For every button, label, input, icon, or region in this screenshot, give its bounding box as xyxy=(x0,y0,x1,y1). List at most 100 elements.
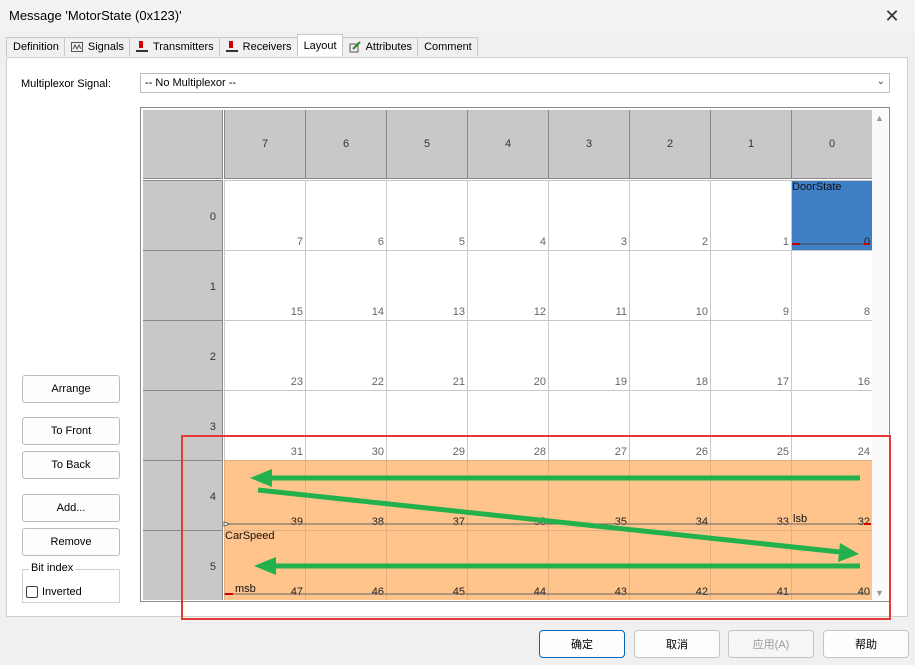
bit-cell[interactable]: 15 xyxy=(224,250,305,320)
bit-cell[interactable]: 3 xyxy=(548,180,629,250)
bit-number: 45 xyxy=(452,586,465,598)
signal-label-doorstate[interactable]: DoorState xyxy=(792,181,842,193)
row-header: 0 xyxy=(143,180,223,250)
bit-cell[interactable]: 6 xyxy=(305,180,386,250)
row-header-label: 5 xyxy=(209,561,216,573)
attributes-icon xyxy=(349,41,361,53)
bit-number: 41 xyxy=(776,586,789,598)
bit-cell[interactable]: 1 xyxy=(710,180,791,250)
row-header: 3 xyxy=(143,390,223,460)
bit-number: 5 xyxy=(458,236,465,248)
bit-cell[interactable]: 12 xyxy=(467,250,548,320)
window-title: Message 'MotorState (0x123)' xyxy=(9,8,182,23)
tab-definition[interactable]: Definition xyxy=(6,37,65,56)
ok-button[interactable]: 确定 xyxy=(539,630,625,658)
bit-number: 22 xyxy=(371,376,384,388)
bit-number: 39 xyxy=(290,516,303,528)
bit-number: 16 xyxy=(857,376,870,388)
bit-cell[interactable]: 35 xyxy=(548,460,629,530)
bit-cell[interactable]: 44 xyxy=(467,530,548,600)
tab-strip: Definition Signals Transmitters Receiver… xyxy=(6,34,478,57)
bit-cell[interactable]: 25 xyxy=(710,390,791,460)
bit-number: 18 xyxy=(695,376,708,388)
close-icon[interactable]: ✕ xyxy=(869,0,915,32)
bit-cell[interactable]: 23 xyxy=(224,320,305,390)
tab-signals[interactable]: Signals xyxy=(63,37,130,56)
bit-number: 13 xyxy=(452,306,465,318)
bit-cell[interactable]: 33 xyxy=(710,460,791,530)
bit-cell[interactable]: 20 xyxy=(467,320,548,390)
bit-cell[interactable]: 5 xyxy=(386,180,467,250)
inverted-label[interactable]: Inverted xyxy=(42,586,82,598)
bit-cell[interactable]: 37 xyxy=(386,460,467,530)
bit-cell[interactable]: 43 xyxy=(548,530,629,600)
bit-cell[interactable]: 10 xyxy=(629,250,710,320)
bit-cell[interactable]: 22 xyxy=(305,320,386,390)
bit-cell[interactable]: 41 xyxy=(710,530,791,600)
bit-cell[interactable]: 27 xyxy=(548,390,629,460)
bit-cell[interactable]: 39 xyxy=(224,460,305,530)
bit-cell[interactable]: 21 xyxy=(386,320,467,390)
bit-number: 28 xyxy=(533,446,546,458)
inverted-checkbox[interactable] xyxy=(26,586,38,598)
row-header-label: 4 xyxy=(209,491,216,503)
bit-cell[interactable]: 31 xyxy=(224,390,305,460)
bit-cell[interactable]: 18 xyxy=(629,320,710,390)
column-header: 2 xyxy=(629,110,710,179)
bit-cell[interactable]: 42 xyxy=(629,530,710,600)
add-button[interactable]: Add... xyxy=(22,494,120,522)
bit-cell[interactable]: 13 xyxy=(386,250,467,320)
bit-cell[interactable]: 19 xyxy=(548,320,629,390)
bit-cell[interactable]: 36 xyxy=(467,460,548,530)
tab-layout[interactable]: Layout xyxy=(296,34,343,56)
help-button[interactable]: 帮助 xyxy=(823,630,909,658)
row-header: 2 xyxy=(143,320,223,390)
bit-cell[interactable]: 17 xyxy=(710,320,791,390)
bit-cell[interactable]: 26 xyxy=(629,390,710,460)
bit-cell[interactable]: 16 xyxy=(791,320,872,390)
title-bar: Message 'MotorState (0x123)' ✕ xyxy=(0,0,915,32)
bit-number: 23 xyxy=(290,376,303,388)
bit-cell[interactable]: 38 xyxy=(305,460,386,530)
bit-cell[interactable]: 4 xyxy=(467,180,548,250)
scroll-up-icon[interactable]: ▲ xyxy=(875,113,884,123)
bit-cell[interactable]: 45 xyxy=(386,530,467,600)
remove-button[interactable]: Remove xyxy=(22,528,120,556)
receiver-icon xyxy=(225,41,238,52)
bit-cell[interactable]: 34 xyxy=(629,460,710,530)
bit-cell[interactable]: 30 xyxy=(305,390,386,460)
bit-cell[interactable]: 8 xyxy=(791,250,872,320)
to-back-button[interactable]: To Back xyxy=(22,451,120,479)
tab-transmitters[interactable]: Transmitters xyxy=(128,37,220,56)
bit-cell[interactable]: 40 xyxy=(791,530,872,600)
apply-button[interactable]: 应用(A) xyxy=(728,630,814,658)
signal-label-carspeed[interactable]: CarSpeed xyxy=(225,530,275,542)
bit-number: 32 xyxy=(857,516,870,528)
bit-number: 20 xyxy=(533,376,546,388)
bit-cell[interactable]: 28 xyxy=(467,390,548,460)
bit-cell[interactable]: 7 xyxy=(224,180,305,250)
bit-cell[interactable]: 46 xyxy=(305,530,386,600)
bit-cell[interactable]: 2 xyxy=(629,180,710,250)
tab-comment[interactable]: Comment xyxy=(417,37,478,56)
row-header: 4 xyxy=(143,460,223,530)
tab-attributes[interactable]: Attributes xyxy=(341,37,419,56)
grid-scrollbar[interactable]: ▲ ▼ xyxy=(872,110,888,600)
bit-cell[interactable]: 24 xyxy=(791,390,872,460)
tab-receivers[interactable]: Receivers xyxy=(218,37,298,56)
cancel-button[interactable]: 取消 xyxy=(634,630,720,658)
bit-number: 34 xyxy=(695,516,708,528)
arrange-button[interactable]: Arrange xyxy=(22,375,120,403)
bit-cell[interactable]: 9 xyxy=(710,250,791,320)
bit-cell[interactable]: 11 xyxy=(548,250,629,320)
to-front-button[interactable]: To Front xyxy=(22,417,120,445)
bit-cell[interactable]: 14 xyxy=(305,250,386,320)
msb-marker: msb xyxy=(235,583,256,595)
row-header-label: 2 xyxy=(209,351,216,363)
bit-number: 2 xyxy=(701,236,708,248)
bit-number: 47 xyxy=(290,586,303,598)
scroll-down-icon[interactable]: ▼ xyxy=(875,588,884,598)
lsb-marker: lsb xyxy=(793,513,808,525)
multiplexor-select[interactable]: -- No Multiplexor -- ⌄ xyxy=(140,73,890,93)
bit-cell[interactable]: 29 xyxy=(386,390,467,460)
